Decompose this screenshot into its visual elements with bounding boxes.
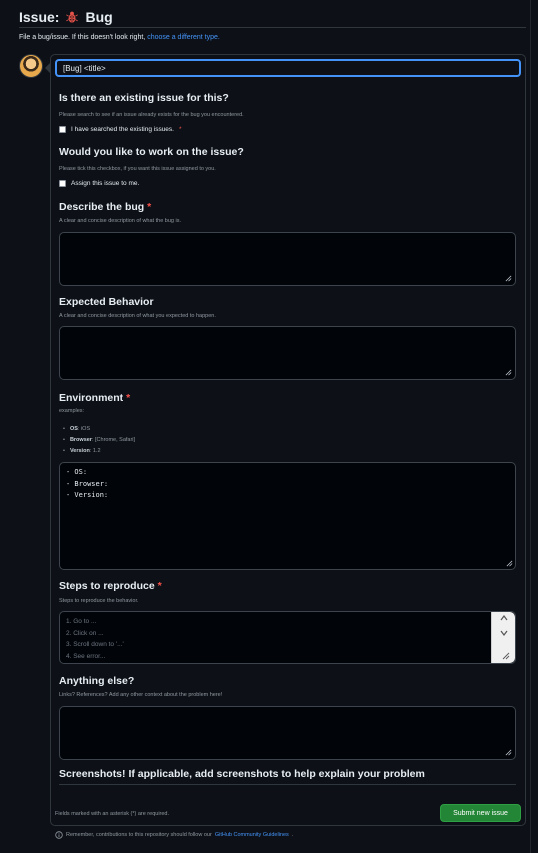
required-asterisk: * bbox=[157, 580, 162, 592]
page-edge-divider bbox=[530, 0, 531, 853]
placeholder-line: 1. Go to ... bbox=[66, 618, 97, 625]
resize-grip-icon[interactable] bbox=[502, 652, 510, 660]
anything-else-textarea[interactable] bbox=[59, 706, 516, 760]
assign-to-me-checkbox-row[interactable]: Assign this issue to me. bbox=[59, 180, 139, 187]
guidelines-end: . bbox=[291, 832, 294, 838]
assign-to-me-checkbox[interactable] bbox=[59, 180, 66, 187]
placeholder-line: 3. Scroll down to '...' bbox=[66, 641, 124, 648]
info-icon bbox=[55, 831, 63, 839]
searched-existing-label: I have searched the existing issues. bbox=[71, 126, 174, 133]
expected-behavior-heading: Expected Behavior bbox=[59, 296, 154, 308]
page-header: Issue: Bug bbox=[19, 6, 526, 28]
searched-existing-checkbox-row[interactable]: I have searched the existing issues. * bbox=[59, 126, 182, 133]
assign-to-me-label: Assign this issue to me. bbox=[71, 180, 140, 187]
describe-bug-heading: Describe the bug * bbox=[59, 201, 152, 213]
required-asterisk: * bbox=[147, 201, 152, 213]
steps-description: Steps to reproduce the behavior. bbox=[59, 598, 139, 604]
issue-title-input[interactable] bbox=[55, 59, 521, 77]
expected-behavior-textarea[interactable] bbox=[59, 326, 516, 380]
community-guidelines-note: Remember, contributions to this reposito… bbox=[55, 831, 293, 839]
scroll-up-icon[interactable] bbox=[500, 615, 508, 621]
list-item: Browser: [Chrome, Safari] bbox=[63, 437, 135, 443]
submit-new-issue-button[interactable]: Submit new issue bbox=[440, 804, 521, 822]
bug-icon bbox=[66, 11, 79, 23]
list-item: OS: iOS bbox=[63, 426, 135, 432]
required-asterisk: * bbox=[178, 126, 182, 133]
steps-scrollbar[interactable] bbox=[491, 612, 515, 663]
searched-existing-checkbox[interactable] bbox=[59, 126, 66, 133]
choose-different-type-link[interactable]: choose a different type. bbox=[147, 34, 220, 41]
template-subline: File a bug/issue. If this doesn't look r… bbox=[19, 34, 220, 41]
required-asterisk: * bbox=[126, 392, 131, 404]
steps-to-reproduce-heading: Steps to reproduce * bbox=[59, 580, 162, 592]
environment-examples-list: OS: iOS Browser: [Chrome, Safari] Versio… bbox=[63, 426, 135, 459]
guidelines-text: Remember, contributions to this reposito… bbox=[66, 832, 212, 838]
work-on-issue-description: Please tick this checkbox, if you want t… bbox=[59, 166, 216, 172]
subline-text: File a bug/issue. If this doesn't look r… bbox=[19, 34, 146, 41]
placeholder-line: 4. See error... bbox=[66, 652, 106, 660]
community-guidelines-link[interactable]: GitHub Community Guidelines bbox=[215, 832, 289, 838]
resize-grip-icon[interactable] bbox=[505, 275, 512, 282]
template-name: Bug bbox=[85, 8, 113, 25]
list-item: Version: 1.2 bbox=[63, 448, 135, 454]
existing-issue-heading: Is there an existing issue for this? bbox=[59, 92, 229, 104]
anything-else-heading: Anything else? bbox=[59, 675, 135, 687]
resize-grip-icon[interactable] bbox=[505, 369, 512, 376]
describe-bug-description: A clear and concise description of what … bbox=[59, 218, 181, 224]
user-avatar bbox=[19, 54, 43, 78]
steps-textarea[interactable]: 1. Go to ... 2. Click on ... 3. Scroll d… bbox=[59, 611, 516, 664]
issue-label: Issue: bbox=[19, 8, 60, 25]
environment-description: examples: bbox=[59, 408, 85, 414]
section-divider bbox=[59, 784, 516, 785]
work-on-issue-heading: Would you like to work on the issue? bbox=[59, 146, 244, 158]
scroll-down-icon[interactable] bbox=[500, 630, 508, 636]
environment-heading: Environment * bbox=[59, 392, 131, 404]
placeholder-line: 2. Click on ... bbox=[66, 629, 104, 637]
anything-else-description: Links? References? Add any other context… bbox=[59, 692, 223, 698]
screenshots-heading: Screenshots! If applicable, add screensh… bbox=[59, 768, 425, 780]
resize-grip-icon[interactable] bbox=[506, 560, 513, 567]
existing-issue-description: Please search to see if an issue already… bbox=[59, 112, 244, 118]
describe-bug-textarea[interactable] bbox=[59, 232, 516, 286]
required-fields-note: Fields marked with an asterisk (*) are r… bbox=[55, 811, 170, 817]
resize-grip-icon[interactable] bbox=[505, 749, 512, 756]
expected-behavior-description: A clear and concise description of what … bbox=[59, 313, 216, 319]
environment-textarea[interactable]: - OS: - Browser: - Version: bbox=[59, 462, 516, 570]
